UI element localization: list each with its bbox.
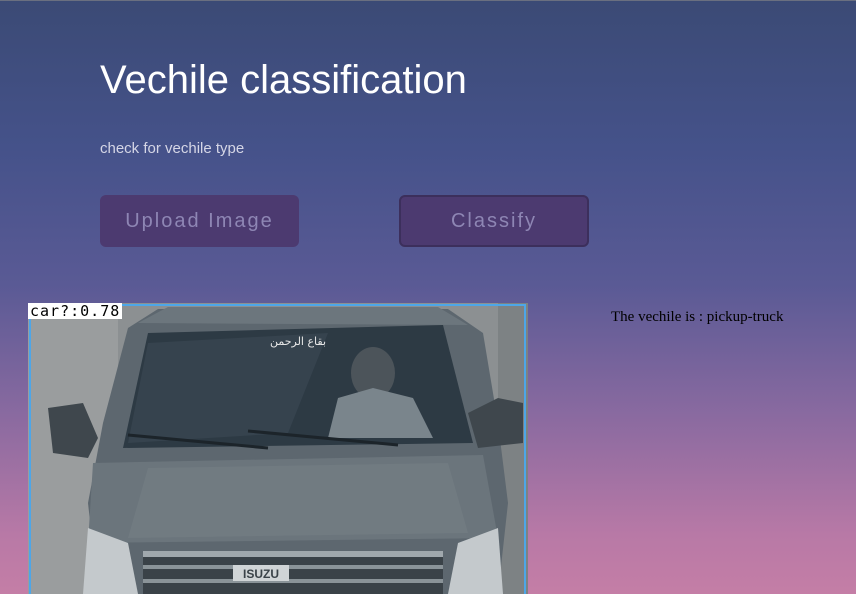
vehicle-photo: ISUZU بقاع الرحمن <box>28 303 528 594</box>
grille-badge: ISUZU <box>243 567 279 581</box>
upload-image-button[interactable]: Upload Image <box>100 195 299 247</box>
uploaded-vehicle-image: ISUZU بقاع الرحمن car?:0.78 <box>28 303 528 594</box>
detection-label: car?:0.78 <box>28 303 123 320</box>
page-subtitle: check for vechile type <box>100 140 245 157</box>
top-border <box>0 0 856 1</box>
classify-button[interactable]: Classify <box>399 195 589 247</box>
classification-result: The vechile is : pickup-truck <box>611 309 784 325</box>
windshield-sticker: بقاع الرحمن <box>270 335 326 348</box>
page-title: Vechile classification <box>100 58 467 102</box>
